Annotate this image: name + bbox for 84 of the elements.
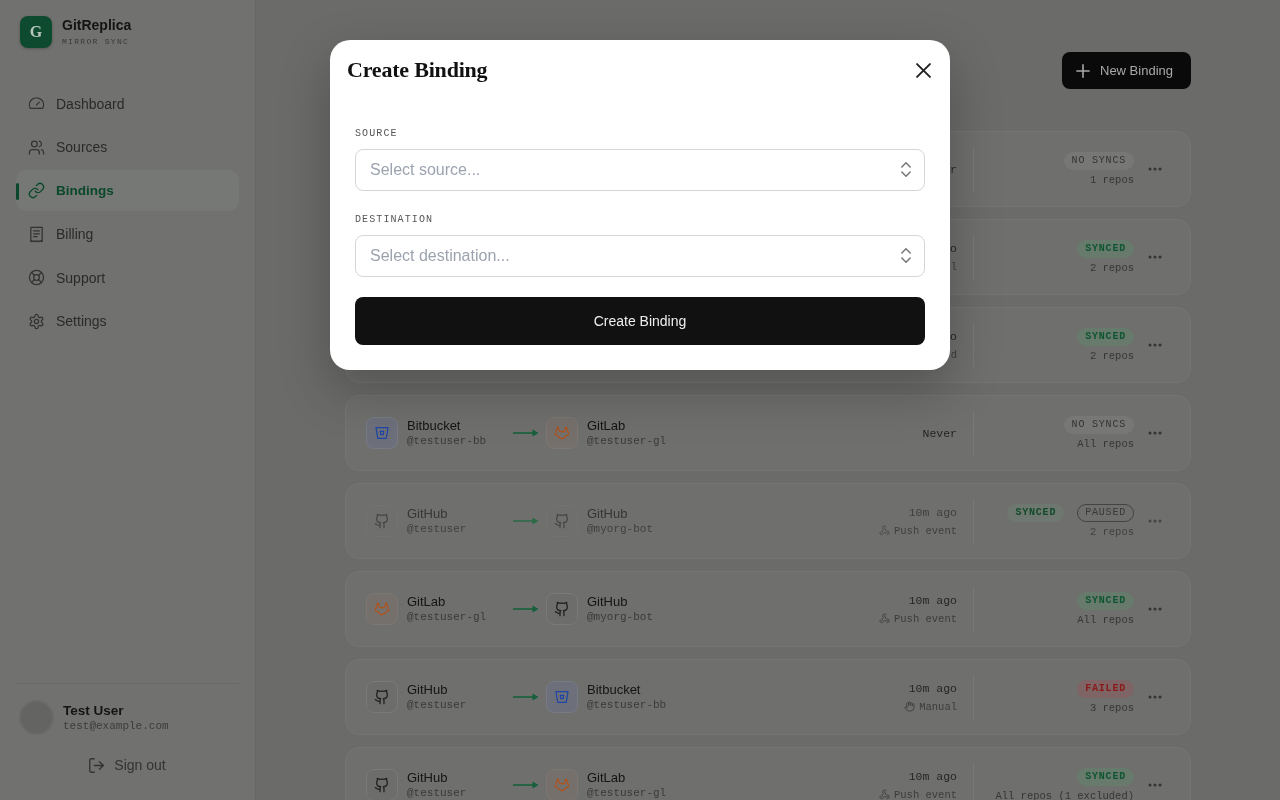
sign-out-button[interactable]: Sign out — [16, 747, 239, 783]
webhook-icon — [879, 789, 890, 800]
create-binding-button[interactable]: Create Binding — [355, 297, 925, 345]
repo-count: 2 repos — [1089, 260, 1134, 275]
status-badge: FAILED — [1077, 679, 1134, 698]
provider-name: Bitbucket — [407, 417, 462, 434]
hand-icon — [904, 701, 916, 712]
github-logo-icon — [546, 593, 578, 625]
settings-icon — [28, 312, 45, 330]
arrow-icon — [513, 692, 539, 702]
sync-time: o — [950, 240, 957, 256]
more-icon — [1148, 695, 1162, 699]
log-out-icon — [89, 757, 105, 773]
provider-name: GitHub — [587, 593, 629, 610]
receipt-icon — [28, 225, 45, 243]
repo-count: 1 repos — [1089, 172, 1134, 187]
nav-item[interactable]: Support — [16, 257, 239, 299]
status-badge: NO SYNCS — [1063, 415, 1134, 434]
sync-time: Never — [922, 425, 957, 441]
provider-name: Bitbucket — [587, 681, 642, 698]
github-logo-icon — [366, 505, 398, 537]
gitlab-logo-icon — [546, 417, 578, 449]
provider-name: GitLab — [587, 417, 627, 434]
modal-title: Create Binding — [347, 57, 488, 83]
nav-item[interactable]: Bindings — [16, 170, 239, 212]
provider-name: GitLab — [587, 769, 627, 786]
webhook-icon — [879, 525, 890, 536]
select-field[interactable]: Select destination... — [355, 235, 925, 277]
webhook-icon — [879, 613, 890, 624]
more-icon — [1148, 255, 1162, 259]
github-logo-icon — [546, 505, 578, 537]
status-badge: NO SYNCS — [1063, 151, 1134, 170]
app-logo: G — [20, 16, 52, 48]
more-icon — [1148, 783, 1162, 787]
new-binding-button[interactable]: New Binding — [1062, 52, 1191, 89]
more-icon — [1148, 167, 1162, 171]
provider-name: GitHub — [407, 681, 449, 698]
select-field[interactable]: Select source... — [355, 149, 925, 191]
chevrons-up-down-icon — [901, 248, 911, 263]
provider-name: GitLab — [407, 593, 447, 610]
provider-name: GitHub — [587, 505, 629, 522]
nav-item[interactable]: Billing — [16, 213, 239, 255]
repo-count: All repos — [1077, 612, 1134, 627]
user-name: Test User — [63, 702, 125, 719]
close-icon — [915, 62, 931, 78]
sync-time: r — [950, 161, 957, 177]
provider-name: GitHub — [407, 505, 449, 522]
repo-count: 2 repos — [1089, 348, 1134, 363]
link-icon — [28, 182, 45, 200]
gitlab-logo-icon — [366, 593, 398, 625]
users-icon — [28, 138, 45, 156]
github-logo-icon — [366, 681, 398, 713]
field-label: SOURCE — [355, 128, 399, 140]
sync-time: 10m ago — [908, 592, 957, 608]
provider-name: GitHub — [407, 769, 449, 786]
arrow-icon — [513, 780, 539, 790]
nav-item[interactable]: Settings — [16, 300, 239, 342]
arrow-icon — [513, 428, 539, 438]
sync-time: o — [950, 328, 957, 344]
more-icon — [1148, 431, 1162, 435]
repo-count: All repos — [1077, 436, 1134, 451]
status-badge: SYNCED — [1077, 327, 1134, 346]
arrow-icon — [513, 516, 539, 526]
gauge-icon — [28, 95, 45, 112]
plus-icon — [1076, 63, 1090, 78]
bitbucket-logo-icon — [546, 681, 578, 713]
more-icon — [1148, 519, 1162, 523]
nav-item[interactable]: Sources — [16, 126, 239, 168]
field-label: DESTINATION — [355, 214, 435, 226]
more-icon — [1148, 343, 1162, 347]
sync-time: 10m ago — [908, 768, 957, 784]
status-badge: SYNCED — [1007, 503, 1065, 522]
more-icon — [1148, 607, 1162, 611]
status-badge: SYNCED — [1077, 239, 1134, 258]
sync-time: 10m ago — [908, 680, 957, 696]
app-name: GitReplica — [62, 17, 132, 34]
status-badge: SYNCED — [1077, 591, 1134, 610]
life-buoy-icon — [28, 269, 45, 287]
nav-item[interactable]: Dashboard — [16, 83, 239, 124]
arrow-icon — [513, 604, 539, 614]
repo-count: 3 repos — [1089, 700, 1134, 715]
chevrons-up-down-icon — [901, 162, 911, 177]
bitbucket-logo-icon — [366, 417, 398, 449]
status-badge: SYNCED — [1077, 767, 1134, 786]
